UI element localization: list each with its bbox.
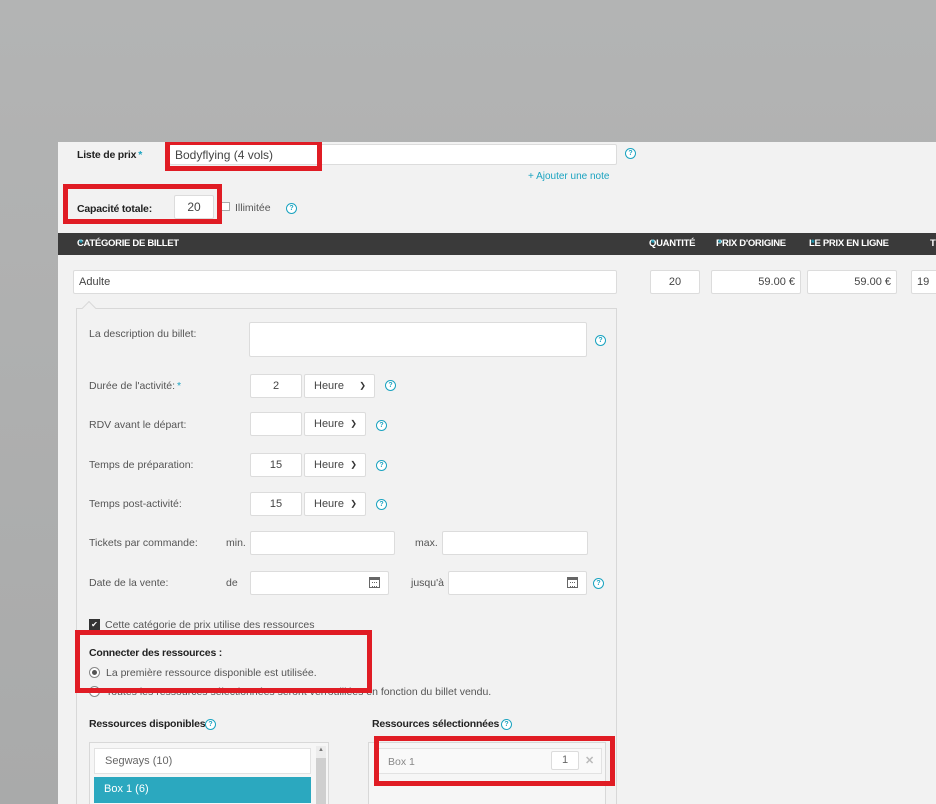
help-icon[interactable]: ? — [625, 148, 636, 159]
capacity-input[interactable]: 20 — [174, 195, 214, 219]
calendar-icon[interactable] — [567, 577, 578, 588]
remove-icon[interactable]: ✕ — [585, 754, 594, 767]
sale-date-label: Date de la vente: — [89, 577, 169, 589]
max-input[interactable] — [442, 531, 588, 555]
rdv-label: RDV avant le départ: — [89, 419, 187, 431]
calendar-icon[interactable] — [369, 577, 380, 588]
min-label: min. — [226, 537, 246, 549]
chevron-down-icon: ❯ — [350, 499, 357, 508]
description-textarea[interactable] — [249, 322, 587, 357]
available-resource-item[interactable]: Segways (10) — [94, 748, 311, 774]
chevron-down-icon: ❯ — [359, 381, 366, 390]
prep-input[interactable]: 15 — [250, 453, 302, 477]
next-column-input[interactable]: 19 — [911, 270, 936, 294]
selected-resource-qty[interactable]: 1 — [551, 751, 579, 770]
radio-all-locked[interactable] — [89, 686, 100, 697]
unlimited-label: Illimitée — [235, 202, 271, 214]
ticket-category-input[interactable]: Adulte — [73, 270, 617, 294]
description-label: La description du billet: — [89, 328, 197, 340]
price-list-form: Liste de prix * Bodyflying (4 vols) ? + A… — [58, 142, 936, 804]
duration-input[interactable]: 2 — [250, 374, 302, 398]
selected-resources-title: Ressources sélectionnées — [372, 718, 500, 730]
help-icon[interactable]: ? — [385, 380, 396, 391]
price-list-label: Liste de prix * — [77, 149, 143, 161]
rdv-unit-select[interactable]: Heure ❯ — [304, 412, 366, 436]
help-icon[interactable]: ? — [286, 203, 297, 214]
help-icon[interactable]: ? — [501, 719, 512, 730]
chevron-down-icon: ❯ — [350, 460, 357, 469]
ticket-table-header: CATÉGORIE DE BILLET * QUANTITÉ * PRIX D'OR… — [58, 233, 936, 255]
quantity-input[interactable]: 20 — [650, 270, 700, 294]
scroll-up-icon[interactable]: ▲ — [316, 746, 326, 755]
help-icon[interactable]: ? — [595, 335, 606, 346]
post-input[interactable]: 15 — [250, 492, 302, 516]
option-first-available-label: La première ressource disponible est uti… — [106, 667, 317, 679]
uses-resources-label: Cette catégorie de prix utilise des ress… — [105, 619, 315, 631]
tickets-per-order-label: Tickets par commande: — [89, 537, 198, 549]
duration-label: Durée de l'activité: * — [89, 380, 182, 392]
add-note-link[interactable]: + Ajouter une note — [528, 171, 609, 182]
scrollbar-thumb[interactable] — [316, 758, 326, 804]
rdv-input[interactable] — [250, 412, 302, 436]
available-resources-title: Ressources disponibles — [89, 718, 206, 730]
help-icon[interactable]: ? — [376, 460, 387, 471]
chevron-down-icon: ❯ — [350, 419, 357, 428]
to-label: jusqu'à — [411, 577, 444, 589]
help-icon[interactable]: ? — [376, 420, 387, 431]
selected-resource-name: Box 1 — [388, 756, 415, 768]
capacity-label: Capacité totale: — [77, 203, 152, 215]
help-icon[interactable]: ? — [376, 499, 387, 510]
uses-resources-checkbox[interactable]: ✔ — [89, 619, 100, 630]
post-unit-select[interactable]: Heure ❯ — [304, 492, 366, 516]
from-label: de — [226, 577, 238, 589]
help-icon[interactable]: ? — [593, 578, 604, 589]
connect-resources-title: Connecter des ressources : — [89, 647, 223, 659]
option-all-locked-label: Toutes les ressources sélectionnées sero… — [106, 686, 492, 698]
available-resource-item-selected[interactable]: Box 1 (6) — [94, 777, 311, 803]
post-label: Temps post-activité: — [89, 498, 182, 510]
next-column-header: T — [930, 238, 936, 249]
radio-first-available[interactable] — [89, 667, 100, 678]
original-price-input[interactable]: 59.00 € — [711, 270, 801, 294]
max-label: max. — [415, 537, 438, 549]
price-list-input[interactable]: Bodyflying (4 vols) — [169, 144, 617, 165]
help-icon[interactable]: ? — [205, 719, 216, 730]
unlimited-checkbox[interactable] — [221, 202, 230, 211]
prep-unit-select[interactable]: Heure ❯ — [304, 453, 366, 477]
online-price-input[interactable]: 59.00 € — [807, 270, 897, 294]
min-input[interactable] — [250, 531, 395, 555]
duration-unit-select[interactable]: Heure ❯ — [304, 374, 375, 398]
prep-label: Temps de préparation: — [89, 459, 194, 471]
